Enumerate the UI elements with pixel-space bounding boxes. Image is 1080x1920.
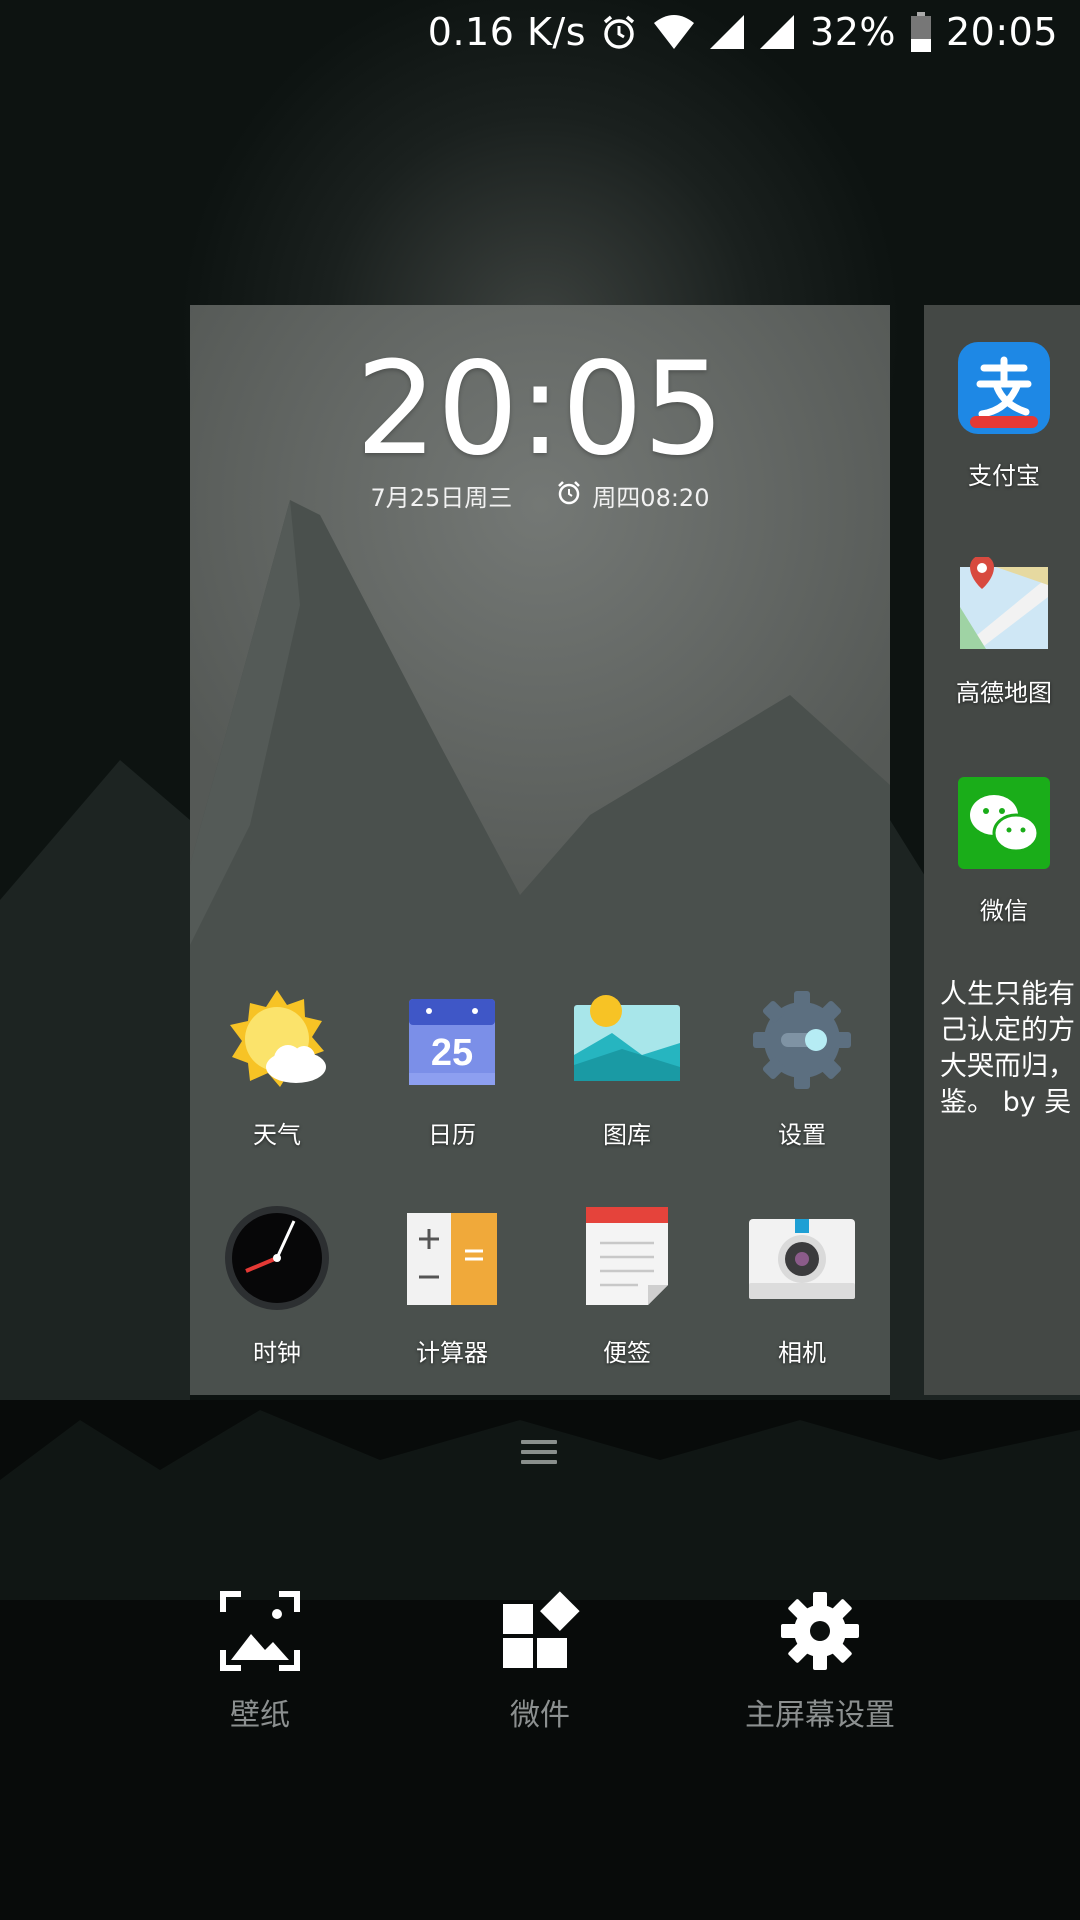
app-label: 计算器 <box>416 1339 488 1367</box>
app-notes[interactable]: 便签 <box>547 1203 707 1368</box>
app-settings[interactable]: 设置 <box>722 985 882 1150</box>
clock-widget-date: 7月25日周三 周四08:20 <box>190 478 890 513</box>
calculator-icon <box>397 1203 507 1313</box>
app-label: 高德地图 <box>956 679 1052 707</box>
app-label: 日历 <box>428 1121 476 1149</box>
app-calendar[interactable]: 25 日历 <box>372 985 532 1150</box>
wechat-icon <box>956 775 1052 871</box>
app-gallery[interactable]: 图库 <box>547 985 707 1150</box>
app-camera[interactable]: 相机 <box>722 1203 882 1368</box>
app-label: 图库 <box>603 1121 651 1149</box>
calendar-icon: 25 <box>397 985 507 1095</box>
notes-icon <box>572 1203 682 1313</box>
clock-widget-time[interactable]: 20:05 <box>190 340 890 480</box>
wallpaper-button[interactable]: 壁纸 <box>140 1590 380 1734</box>
app-alipay[interactable]: 支付宝 <box>924 340 1080 491</box>
weather-icon <box>222 985 332 1095</box>
app-label: 微信 <box>980 897 1028 925</box>
camera-icon <box>747 1203 857 1313</box>
calendar-date-badge: 25 <box>431 1032 473 1074</box>
app-label: 时钟 <box>253 1339 301 1367</box>
app-label: 相机 <box>778 1339 826 1367</box>
status-bar: 0.16 K/s 32% 20:05 <box>0 0 1080 64</box>
app-clock[interactable]: 时钟 <box>197 1203 357 1368</box>
date-text: 7月25日周三 <box>370 484 513 512</box>
network-speed: 0.16 K/s <box>427 10 587 54</box>
app-label: 便签 <box>603 1339 651 1367</box>
signal-icon <box>760 13 796 51</box>
alipay-icon <box>956 340 1052 436</box>
signal-icon <box>710 13 746 51</box>
gear-icon <box>779 1590 861 1672</box>
alarm-icon <box>556 480 582 512</box>
wallpaper-icon <box>219 1590 301 1672</box>
app-wechat[interactable]: 微信 <box>924 775 1080 926</box>
app-weather[interactable]: 天气 <box>197 985 357 1150</box>
battery-icon <box>910 12 932 52</box>
gallery-icon <box>572 985 682 1095</box>
app-amap[interactable]: 高德地图 <box>924 555 1080 708</box>
clock-icon <box>222 1203 332 1313</box>
widgets-icon <box>499 1590 581 1672</box>
widgets-label: 微件 <box>510 1698 570 1733</box>
drag-handle-icon[interactable] <box>521 1440 557 1468</box>
home-screen-settings-button[interactable]: 主屏幕设置 <box>700 1590 940 1734</box>
battery-percent: 32% <box>810 10 896 54</box>
app-label: 支付宝 <box>968 462 1040 490</box>
home-screen-settings-label: 主屏幕设置 <box>745 1698 895 1733</box>
app-calculator[interactable]: 计算器 <box>372 1203 532 1368</box>
next-page-preview[interactable]: 支付宝 高德地图 微信 人生只能有 己认定的方 大哭而归， 鉴。 by 吴 <box>924 305 1080 1395</box>
app-label: 设置 <box>778 1121 826 1149</box>
alarm-icon <box>600 13 638 51</box>
app-label: 天气 <box>253 1121 301 1149</box>
wallpaper-label: 壁纸 <box>230 1698 290 1733</box>
quote-widget[interactable]: 人生只能有 己认定的方 大哭而归， 鉴。 by 吴 <box>940 977 1080 1121</box>
widgets-button[interactable]: 微件 <box>420 1590 660 1734</box>
amap-icon <box>956 555 1052 653</box>
settings-icon <box>747 985 857 1095</box>
next-alarm-text: 周四08:20 <box>592 484 710 512</box>
wifi-icon <box>652 13 696 51</box>
status-time: 20:05 <box>945 10 1058 54</box>
